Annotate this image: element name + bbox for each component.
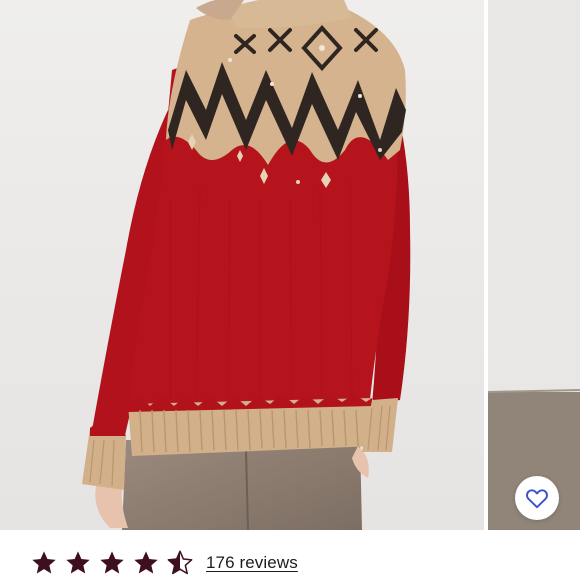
- next-listing-photo[interactable]: [488, 0, 580, 530]
- sweater-photo: [0, 0, 484, 530]
- favorite-button[interactable]: [515, 476, 559, 520]
- listing-photo[interactable]: [0, 0, 484, 530]
- rating-row: 176 reviews: [30, 546, 298, 580]
- reviews-link[interactable]: 176 reviews: [206, 553, 298, 573]
- star-icon: [134, 551, 158, 574]
- star-icon: [100, 551, 124, 574]
- half-star-icon: [167, 550, 193, 575]
- photo-gallery[interactable]: [0, 0, 580, 530]
- star-icon: [32, 551, 56, 574]
- heart-outline-icon: [526, 489, 548, 509]
- star-icon: [66, 551, 90, 574]
- listing-screen: 176 reviews: [0, 0, 580, 580]
- star-rating: [30, 549, 194, 577]
- next-photo-preview: [488, 0, 580, 530]
